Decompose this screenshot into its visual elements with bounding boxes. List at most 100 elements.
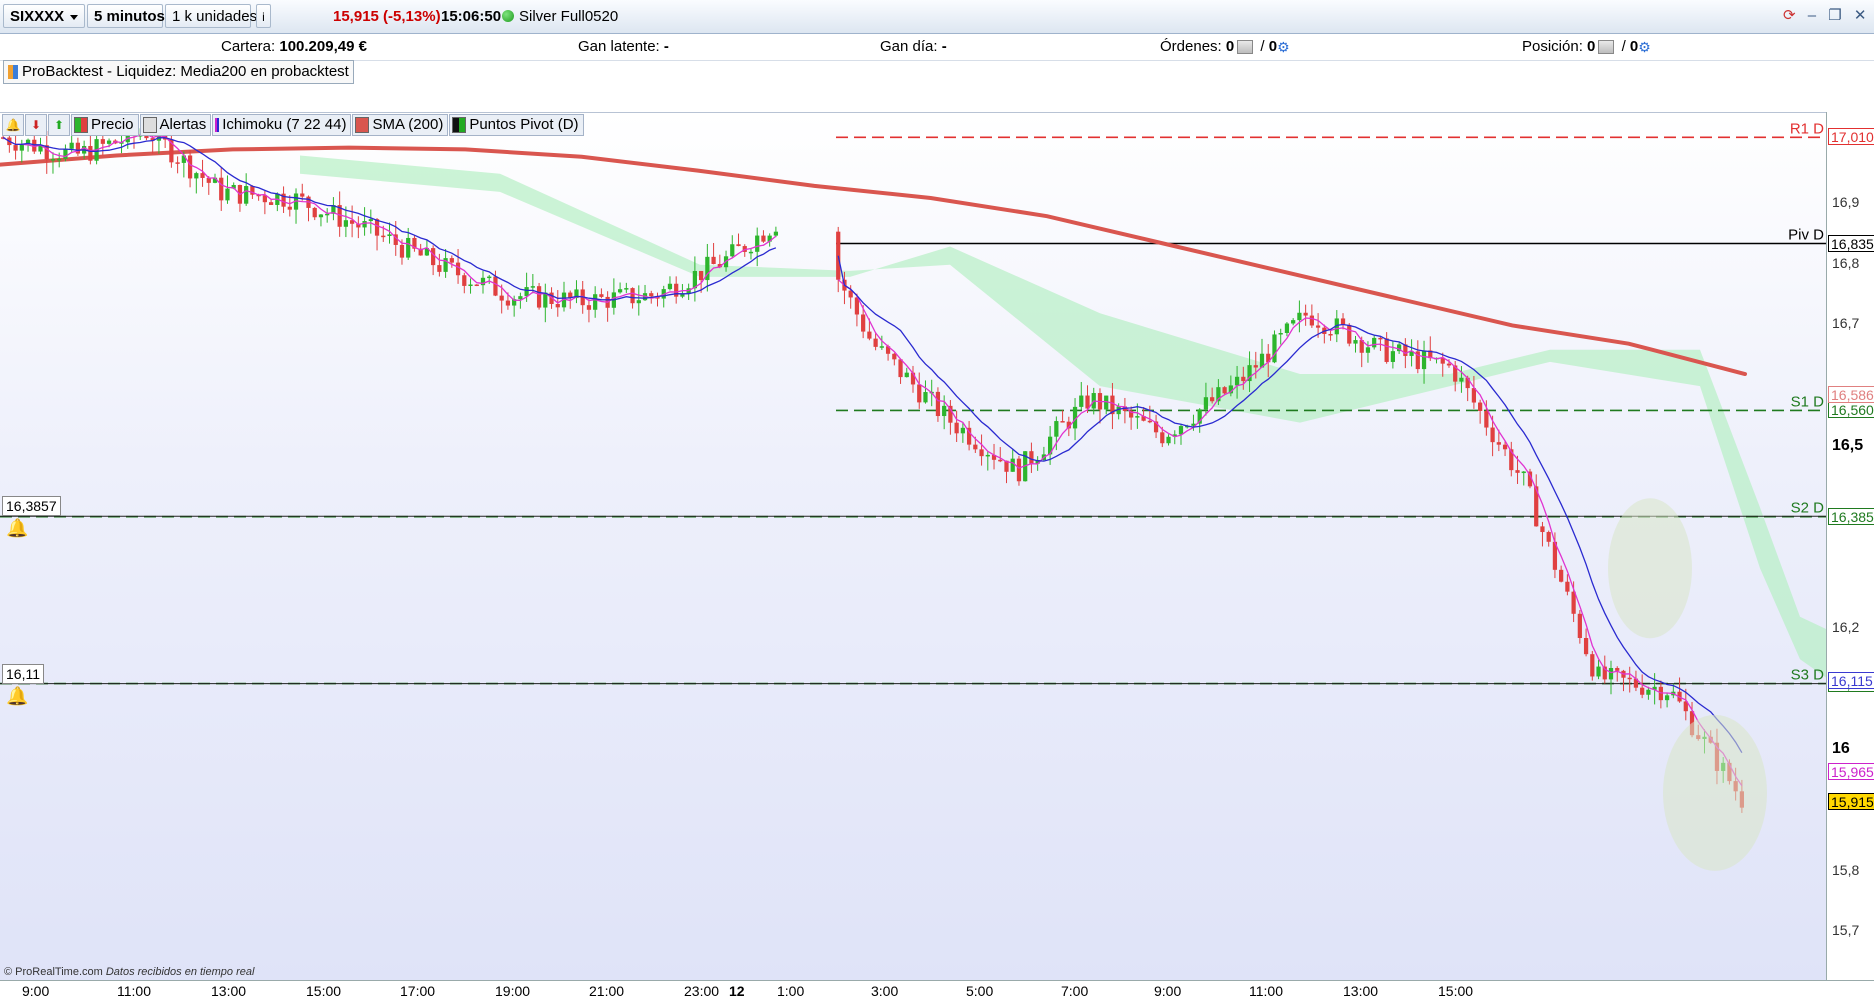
indicator-pivot[interactable]: Puntos Pivot (D) — [449, 114, 584, 136]
status-dot-icon — [502, 10, 514, 22]
arrow-down-icon[interactable]: ⬇ — [25, 114, 47, 136]
candle-body — [892, 353, 897, 360]
candle-body — [1315, 325, 1321, 328]
x-tick-label: 12 — [729, 983, 745, 999]
close-icon[interactable]: ✕ — [1854, 6, 1867, 24]
alert-bell-icon[interactable]: 🔔 — [6, 518, 28, 538]
indicator-alertas[interactable]: Alertas — [139, 114, 212, 136]
candle-body — [1353, 340, 1358, 344]
pivot-swatch — [452, 117, 467, 134]
candle-body — [194, 173, 199, 179]
candle-body — [1640, 687, 1645, 695]
highlight-ellipse — [1608, 498, 1692, 639]
chart-canvas[interactable]: R1 D Piv D S1 D S2 D S3 D — [0, 113, 1826, 981]
candle-body — [88, 145, 93, 161]
symbol-selector[interactable]: SIXXXX — [3, 4, 85, 28]
pivot-price-box: 16,560 — [1828, 401, 1874, 419]
candle-body — [730, 244, 735, 257]
candle-body — [879, 346, 884, 348]
candle-body — [649, 293, 654, 297]
minimize-icon[interactable]: – — [1808, 7, 1816, 24]
candle-body — [536, 286, 542, 308]
candle-body — [518, 296, 523, 300]
indicator-precio[interactable]: Precio — [71, 114, 139, 136]
price-marker-box: 15,915 — [1828, 792, 1874, 810]
candle-body — [300, 193, 305, 197]
y-tick-label: 16 — [1832, 740, 1850, 758]
alertas-swatch — [142, 117, 157, 134]
candle-body — [480, 277, 486, 286]
candle-body — [219, 177, 224, 201]
top-toolbar: SIXXXX 5 minutos 1 k unidades i 15,915 (… — [0, 0, 1874, 34]
candle-body — [1446, 363, 1452, 366]
gan-dia: Gan día: - — [880, 38, 947, 55]
candle-body — [187, 155, 193, 179]
candle-body — [1577, 613, 1582, 638]
candle-body — [617, 289, 623, 293]
arrow-up-icon[interactable]: ⬆ — [48, 114, 70, 136]
candle-body — [904, 372, 909, 378]
indicator-ichimoku[interactable]: Ichimoku (7 22 44) — [212, 114, 352, 136]
candle-body — [1178, 426, 1184, 435]
candle-body — [505, 300, 511, 306]
alert-price-label[interactable]: 16,11 — [2, 663, 44, 684]
candle-body — [1060, 421, 1065, 423]
candle-body — [1502, 444, 1508, 450]
candle-body — [599, 294, 604, 297]
candle-body — [1608, 667, 1614, 680]
candle-body — [399, 244, 405, 258]
candle-body — [268, 202, 274, 205]
x-tick-label: 13:00 — [1343, 983, 1379, 999]
candle-body — [917, 384, 922, 403]
candle-body — [13, 145, 18, 151]
candle-body — [19, 144, 24, 151]
x-tick-label: 15:00 — [1438, 983, 1474, 999]
candle-body — [244, 186, 249, 204]
x-tick-label: 13:00 — [211, 983, 247, 999]
candle-body — [1309, 315, 1314, 326]
orders-list-icon[interactable] — [1237, 40, 1254, 55]
candle-body — [1016, 458, 1022, 482]
x-tick-label: 11:00 — [1249, 983, 1283, 999]
settings-gear-icon[interactable]: ⚙ — [1277, 40, 1293, 54]
candle-body — [636, 300, 641, 304]
x-tick-label: 15:00 — [306, 983, 342, 999]
price-marker-box: 16,115 — [1828, 671, 1874, 689]
candle-body — [175, 162, 180, 164]
candle-body — [1590, 654, 1595, 677]
positions-list-icon[interactable] — [1598, 40, 1615, 55]
time-axis[interactable]: 9:00 11:00 13:00 15:00 17:00 19:00 21:00 23:00 1… — [0, 980, 1874, 1001]
candle-body — [455, 262, 461, 276]
price-axis[interactable]: 16,9 16,8 16,7 16,5 16,2 16 15,8 15,7 17,010 16,8… — [1826, 112, 1874, 980]
strategy-tab[interactable]: ProBacktest - Liquidez: Media200 en prob… — [3, 60, 354, 84]
candle-body — [1471, 388, 1477, 403]
pivot-label-2: S1 D — [1791, 393, 1825, 410]
candle-body — [318, 214, 324, 218]
clock: 15:06:50 — [441, 8, 502, 25]
alert-bell-icon[interactable]: 🔔 — [6, 686, 28, 706]
alert-price-label[interactable]: 16,3857 — [2, 496, 61, 517]
candle-body — [312, 207, 317, 218]
price-chart[interactable]: R1 D Piv D S1 D S2 D S3 D — [0, 112, 1826, 981]
units-selector[interactable]: 1 k unidades — [165, 4, 272, 28]
candle-body — [493, 276, 498, 296]
candle-body — [761, 235, 766, 242]
sma-swatch — [355, 117, 370, 134]
candle-body — [200, 173, 205, 178]
settings-gear-icon[interactable]: ⚙ — [1638, 40, 1654, 54]
sync-icon[interactable]: ⟳ — [1783, 6, 1796, 24]
footer-note: © ProRealTime.com Datos recibidos en tie… — [4, 966, 255, 978]
bell-icon[interactable]: 🔔 — [2, 114, 24, 136]
info-icon[interactable]: i — [256, 4, 271, 28]
candle-body — [923, 392, 928, 403]
pivot-price-box: 16,835 — [1828, 234, 1874, 252]
candle-body — [755, 235, 760, 252]
indicator-sma[interactable]: SMA (200) — [352, 114, 449, 136]
timeframe-selector[interactable]: 5 minutos — [87, 4, 179, 28]
gan-latente: Gan latente: - — [578, 38, 669, 55]
candle-body — [773, 231, 779, 236]
candle-body — [630, 288, 635, 304]
candle-body — [1010, 458, 1015, 472]
restore-icon[interactable]: ❐ — [1828, 6, 1841, 24]
y-tick-label: 16,8 — [1832, 254, 1860, 271]
